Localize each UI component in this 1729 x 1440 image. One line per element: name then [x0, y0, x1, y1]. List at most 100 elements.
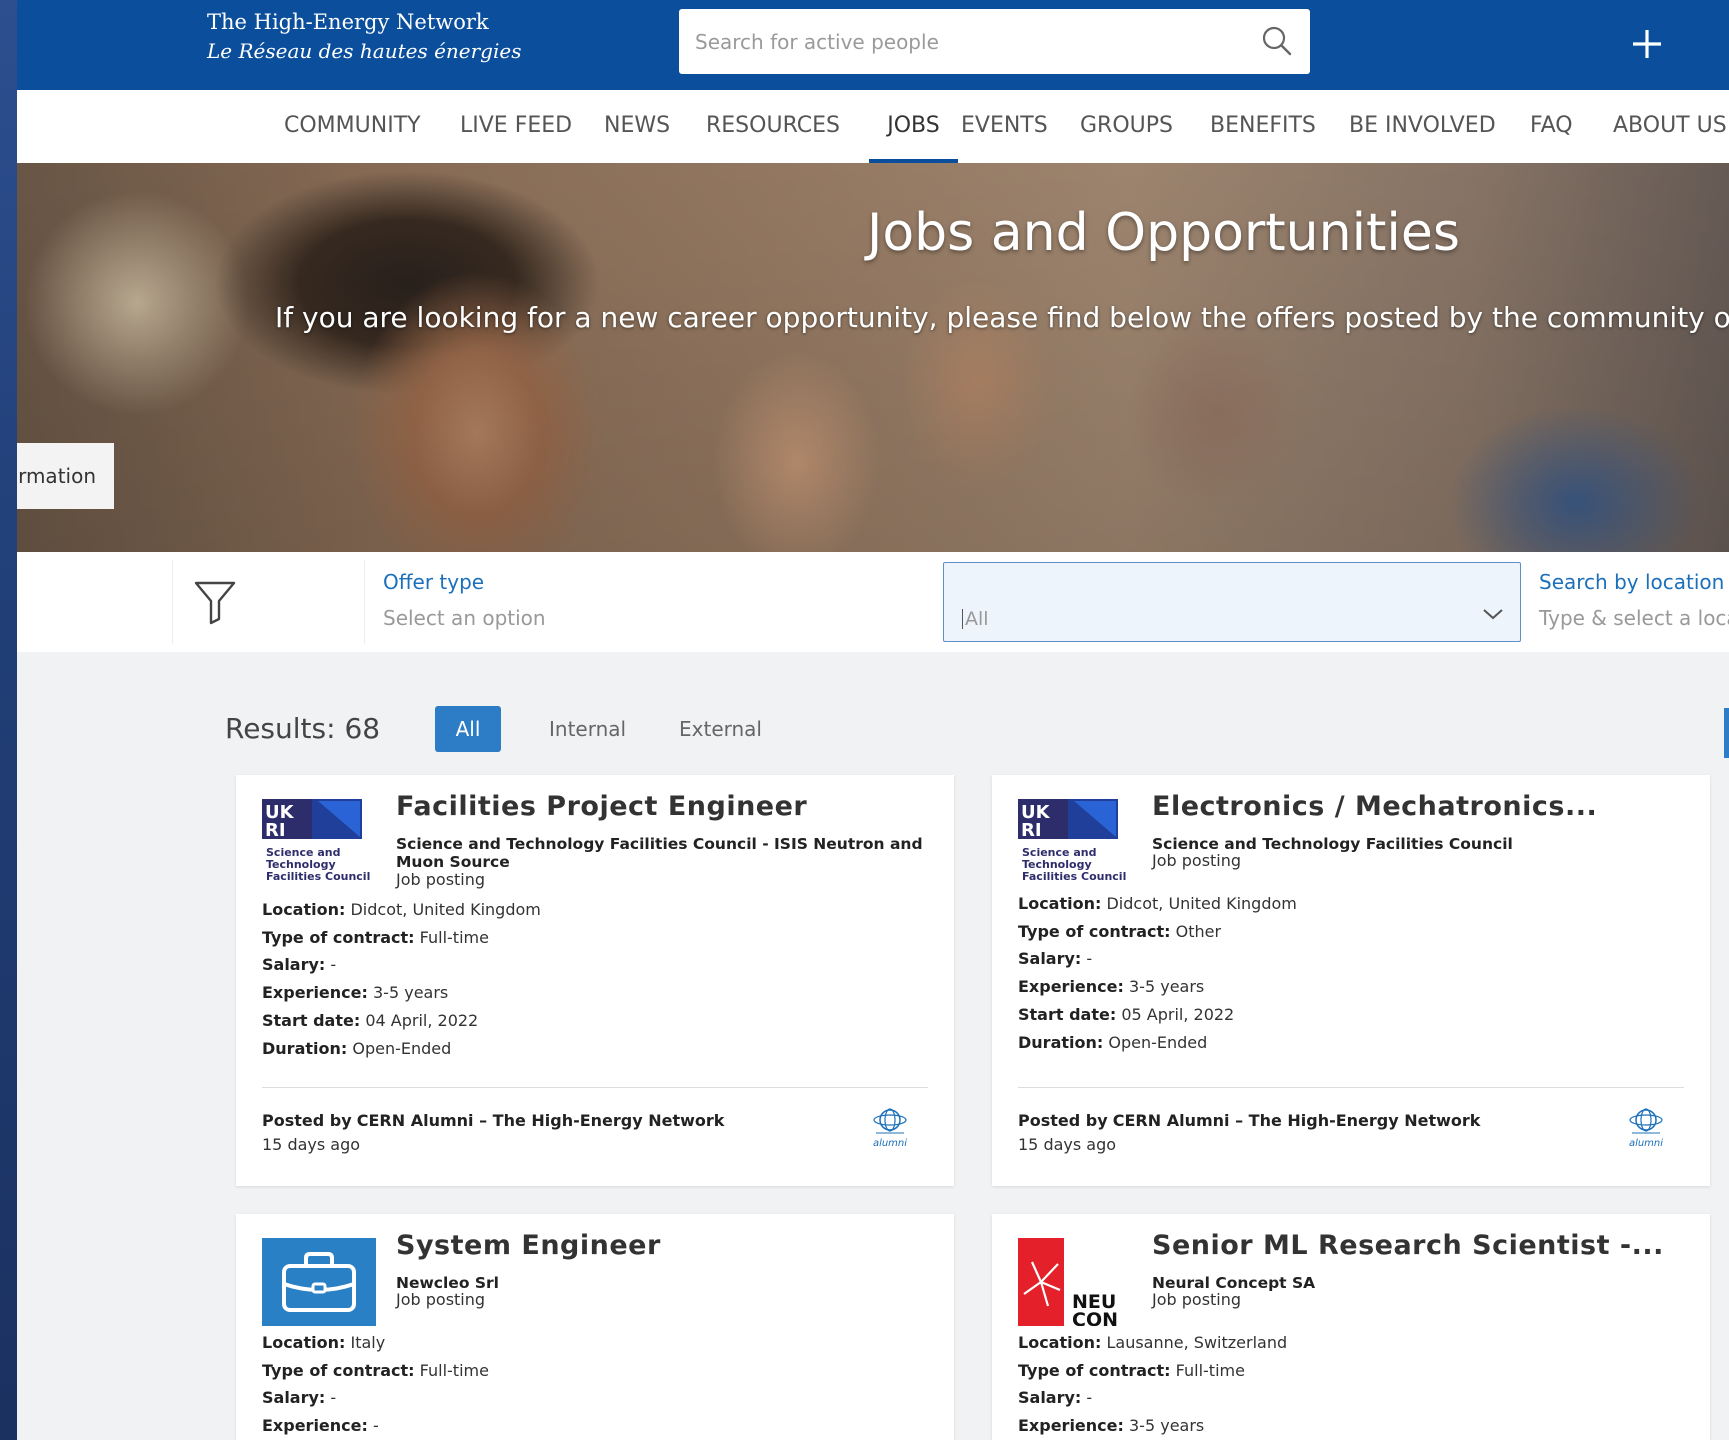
- plus-icon: [1633, 30, 1661, 58]
- tab-internal[interactable]: Internal: [529, 706, 646, 752]
- detail-location: Didcot, United Kingdom: [350, 900, 541, 919]
- job-kind: Job posting: [396, 1290, 486, 1309]
- detail-salary: -: [1086, 1388, 1093, 1408]
- cern-alumni-badge: alumni: [866, 1108, 914, 1160]
- cern-alumni-badge: alumni: [1622, 1108, 1670, 1160]
- nav-groups[interactable]: GROUPS: [1080, 90, 1173, 163]
- detail-label: Experience:: [262, 1416, 368, 1436]
- tab-external[interactable]: External: [659, 706, 782, 752]
- nav-news[interactable]: NEWS: [604, 90, 670, 163]
- information-side-tab[interactable]: rmation: [17, 443, 114, 509]
- job-card[interactable]: UK RI Science and Technology Facilities …: [992, 775, 1710, 1186]
- detail-label: Experience:: [1018, 1416, 1124, 1436]
- detail-label: Start date:: [262, 1010, 361, 1030]
- people-search-box: [679, 9, 1310, 74]
- job-card[interactable]: System Engineer Newcleo Srl Job posting …: [236, 1214, 954, 1440]
- job-organization: Science and Technology Facilities Counci…: [396, 835, 923, 871]
- neural-concept-logo: NEU CON: [1018, 1238, 1118, 1326]
- nav-live-feed[interactable]: LIVE FEED: [460, 90, 572, 163]
- offer-type-label: Offer type: [383, 570, 485, 594]
- posted-prefix: Posted by: [1018, 1111, 1108, 1130]
- detail-location: Didcot, United Kingdom: [1106, 894, 1297, 913]
- detail-contract: Full-time: [419, 927, 489, 947]
- job-card[interactable]: NEU CON Senior ML Research Scientist -..…: [992, 1214, 1710, 1440]
- posted-by-name: CERN Alumni – The High-Energy Network: [1112, 1111, 1481, 1130]
- ukri-stfc-logo: UK RI Science and Technology Facilities …: [1018, 799, 1126, 883]
- nav-jobs[interactable]: JOBS: [869, 90, 958, 163]
- jobs-page: The High-Energy Network Le Réseau des ha…: [17, 0, 1729, 1440]
- detail-label: Type of contract:: [1018, 1360, 1171, 1380]
- job-kind: Job posting: [1152, 851, 1242, 870]
- partial-action-button[interactable]: [1724, 708, 1729, 758]
- posted-prefix: Posted by: [262, 1111, 352, 1130]
- detail-duration: Open-Ended: [1108, 1032, 1208, 1052]
- detail-label: Duration:: [1018, 1032, 1104, 1052]
- logo-text-2: CON: [1072, 1309, 1118, 1326]
- offer-type-select[interactable]: All: [943, 562, 1521, 642]
- job-card[interactable]: UK RI Science and Technology Facilities …: [236, 775, 954, 1186]
- detail-experience: 3-5 years: [1129, 1416, 1205, 1436]
- search-icon[interactable]: [1260, 24, 1294, 58]
- svg-text:RI: RI: [265, 820, 286, 841]
- detail-experience: 3-5 years: [1129, 977, 1205, 997]
- detail-label: Salary:: [262, 1388, 326, 1408]
- job-title[interactable]: System Engineer: [396, 1230, 661, 1261]
- alumni-word: alumni: [1628, 1138, 1664, 1149]
- svg-text:RI: RI: [1021, 820, 1042, 841]
- offer-type-value: All: [962, 609, 989, 629]
- desktop-background-strip: [0, 0, 17, 1440]
- tab-all[interactable]: All: [435, 706, 501, 752]
- brand-name-fr[interactable]: Le Réseau des hautes énergies: [207, 36, 521, 66]
- cern-alumni-logo-icon: [873, 1108, 907, 1134]
- detail-salary: -: [1086, 949, 1093, 969]
- filter-bar: Offer type Select an option All Search b…: [17, 552, 1729, 652]
- nav-community[interactable]: COMMUNITY: [284, 90, 421, 163]
- posted-by: Posted by CERN Alumni – The High-Energy …: [262, 1111, 724, 1130]
- offer-type-hint: Select an option: [383, 606, 546, 630]
- detail-salary: -: [330, 955, 337, 975]
- detail-start-date: 04 April, 2022: [365, 1010, 479, 1030]
- detail-label: Type of contract:: [262, 927, 415, 947]
- job-title[interactable]: Senior ML Research Scientist -...: [1152, 1230, 1664, 1261]
- location-search-input[interactable]: Type & select a loca: [1539, 606, 1729, 630]
- detail-label: Salary:: [262, 955, 326, 975]
- nav-events[interactable]: EVENTS: [961, 90, 1048, 163]
- detail-contract: Other: [1175, 921, 1222, 941]
- detail-label: Location:: [1018, 1333, 1102, 1352]
- people-search-input[interactable]: [695, 9, 1255, 74]
- nav-benefits[interactable]: BENEFITS: [1210, 90, 1316, 163]
- detail-label: Start date:: [1018, 1004, 1117, 1024]
- nav-faq[interactable]: FAQ: [1530, 90, 1573, 163]
- job-title[interactable]: Facilities Project Engineer: [396, 791, 807, 822]
- logo-caption-3: Facilities Council: [266, 870, 370, 883]
- detail-salary: -: [330, 1388, 337, 1408]
- chevron-down-icon: [1483, 609, 1503, 620]
- hero-banner: Jobs and Opportunities If you are lookin…: [17, 163, 1729, 552]
- job-details: Location: Didcot, United Kingdom Type of…: [262, 896, 541, 1062]
- browser-viewport: The High-Energy Network Le Réseau des ha…: [0, 0, 1729, 1440]
- add-button[interactable]: [1619, 16, 1675, 72]
- main-nav: COMMUNITY LIVE FEED NEWS RESOURCES JOBS …: [17, 90, 1729, 163]
- site-brand[interactable]: The High-Energy Network Le Réseau des ha…: [207, 8, 521, 66]
- nav-resources[interactable]: RESOURCES: [706, 90, 840, 163]
- detail-label: Duration:: [262, 1038, 348, 1058]
- job-kind: Job posting: [396, 870, 486, 889]
- job-title[interactable]: Electronics / Mechatronics...: [1152, 791, 1597, 822]
- nav-be-involved[interactable]: BE INVOLVED: [1349, 90, 1496, 163]
- brand-name-en[interactable]: The High-Energy Network: [207, 8, 521, 36]
- posted-ago: 15 days ago: [262, 1135, 361, 1154]
- posted-by-name: CERN Alumni – The High-Energy Network: [356, 1111, 725, 1130]
- detail-label: Type of contract:: [1018, 921, 1171, 941]
- briefcase-logo: [262, 1238, 376, 1326]
- filter-toggle[interactable]: [172, 560, 365, 644]
- filter-icon: [194, 581, 236, 625]
- detail-experience: 3-5 years: [373, 983, 449, 1003]
- job-details: Location: Didcot, United Kingdom Type of…: [1018, 890, 1297, 1056]
- detail-location: Lausanne, Switzerland: [1106, 1333, 1288, 1352]
- top-header: The High-Energy Network Le Réseau des ha…: [17, 0, 1729, 90]
- detail-start-date: 05 April, 2022: [1121, 1004, 1235, 1024]
- detail-label: Location:: [1018, 894, 1102, 913]
- nav-about-us[interactable]: ABOUT US: [1613, 90, 1727, 163]
- posted-by: Posted by CERN Alumni – The High-Energy …: [1018, 1111, 1480, 1130]
- cern-alumni-logo-icon: [1629, 1108, 1663, 1134]
